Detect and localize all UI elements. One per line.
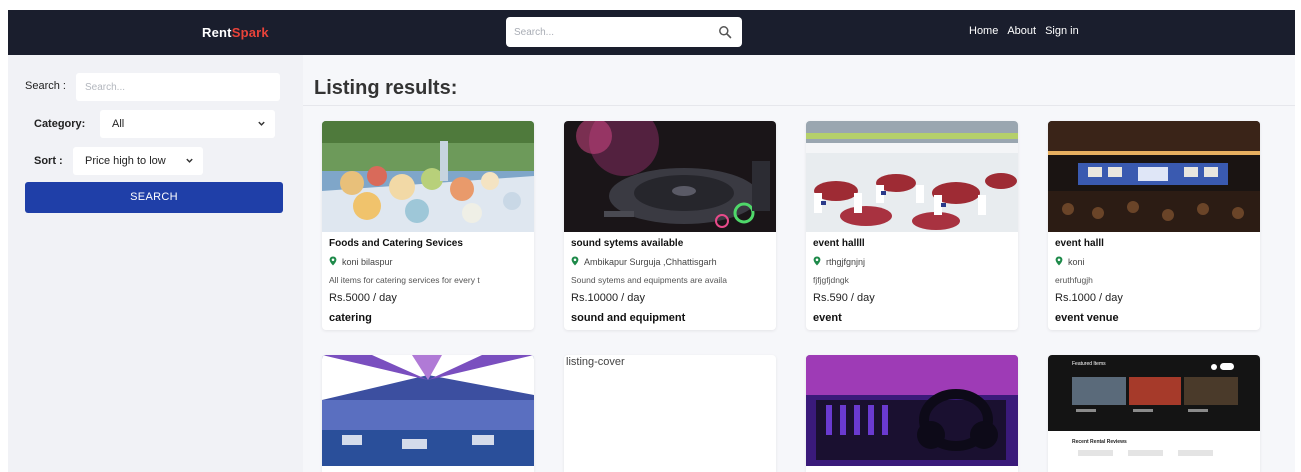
recent-reviews-label: Recent Rental Reviews — [1072, 439, 1127, 445]
listing-cover-image — [806, 121, 1018, 232]
listing-location-text: koni — [1068, 257, 1085, 267]
listing-description: All items for catering services for ever… — [329, 275, 480, 285]
location-pin-icon — [813, 256, 821, 266]
featured-items-label: Featured Items — [1072, 361, 1106, 367]
sort-select-value: Price high to low — [85, 155, 166, 167]
listing-results-panel: Listing results: Foods and Catering Sevi… — [303, 55, 1295, 472]
listing-cover-image — [1048, 355, 1260, 466]
listing-location-text: Ambikapur Surguja ,Chhattisgarh — [584, 257, 717, 267]
logo-main-text: Rent — [202, 25, 232, 40]
listing-location-text: koni bilaspur — [342, 257, 393, 267]
listing-card[interactable] — [322, 355, 534, 472]
logo-accent-text: Spark — [231, 25, 269, 40]
category-label: Category: — [34, 118, 86, 130]
listing-card[interactable]: Featured Items Recent Rental Reviews — [1048, 355, 1260, 472]
listing-category: sound and equipment — [571, 312, 686, 324]
brand-logo[interactable]: RentSpark — [202, 25, 269, 40]
search-filter-label: Search : — [25, 80, 66, 92]
listing-cover-image — [322, 355, 534, 466]
title-divider — [303, 105, 1295, 106]
chevron-down-icon — [258, 121, 265, 126]
header-search-box — [506, 17, 742, 47]
listing-title[interactable]: event hallll — [813, 238, 865, 249]
broken-image-alt-text: listing-cover — [566, 356, 625, 368]
listing-price: Rs.1000 / day — [1055, 292, 1123, 304]
listing-title[interactable]: sound sytems available — [571, 238, 683, 249]
filter-search-input[interactable] — [76, 73, 280, 101]
listing-category: catering — [329, 312, 372, 324]
filter-search-box — [76, 73, 280, 101]
sort-label: Sort : — [34, 155, 63, 167]
nav-home-link[interactable]: Home — [969, 25, 998, 37]
listing-card[interactable]: listing-cover — [564, 355, 776, 472]
listing-price: Rs.10000 / day — [571, 292, 645, 304]
listing-title[interactable]: Foods and Catering Sevices — [329, 238, 463, 249]
listing-cover-image — [564, 121, 776, 232]
listing-card[interactable] — [806, 355, 1018, 472]
listing-price: Rs.590 / day — [813, 292, 875, 304]
search-icon[interactable] — [718, 25, 732, 39]
sort-select[interactable]: Price high to low — [73, 147, 203, 175]
listing-card[interactable]: event hallll rthgjfgnjnj fjfjgfjdngk Rs.… — [806, 121, 1018, 330]
listing-price: Rs.5000 / day — [329, 292, 397, 304]
chevron-down-icon — [186, 158, 193, 163]
location-pin-icon — [1055, 256, 1063, 266]
listing-location: koni — [1055, 256, 1085, 267]
listing-card[interactable]: Foods and Catering Sevices koni bilaspur… — [322, 121, 534, 330]
nav-about-link[interactable]: About — [1007, 25, 1036, 37]
page-title: Listing results: — [314, 77, 458, 99]
listing-card[interactable]: event halll koni eruthfugjh Rs.1000 / da… — [1048, 121, 1260, 330]
listing-cover-image — [322, 121, 534, 232]
listing-location: rthgjfgnjnj — [813, 256, 865, 267]
listing-category: event — [813, 312, 842, 324]
listing-card[interactable]: sound sytems available Ambikapur Surguja… — [564, 121, 776, 330]
search-button[interactable]: SEARCH — [25, 182, 283, 213]
filter-sidebar: Search : Category: All Sort : Price high… — [8, 55, 303, 472]
listing-description: eruthfugjh — [1055, 275, 1093, 285]
listing-location-text: rthgjfgnjnj — [826, 257, 866, 267]
nav-signin-link[interactable]: Sign in — [1045, 25, 1079, 37]
location-pin-icon — [329, 256, 337, 266]
nav-links: Home About Sign in — [969, 25, 1088, 37]
listing-cover-image — [806, 355, 1018, 466]
broken-image: listing-cover — [564, 355, 625, 368]
listing-title[interactable]: event halll — [1055, 238, 1104, 249]
listing-location: koni bilaspur — [329, 256, 393, 267]
category-select[interactable]: All — [100, 110, 275, 138]
listing-cover-image — [1048, 121, 1260, 232]
location-pin-icon — [571, 256, 579, 266]
header-search-input[interactable] — [514, 23, 704, 41]
listing-description: fjfjgfjdngk — [813, 275, 849, 285]
top-navbar: RentSpark Home About Sign in — [8, 10, 1295, 55]
listing-category: event venue — [1055, 312, 1119, 324]
category-select-value: All — [112, 118, 125, 130]
listing-description: Sound sytems and equipments are availa — [571, 275, 727, 285]
listing-location: Ambikapur Surguja ,Chhattisgarh — [571, 256, 717, 267]
